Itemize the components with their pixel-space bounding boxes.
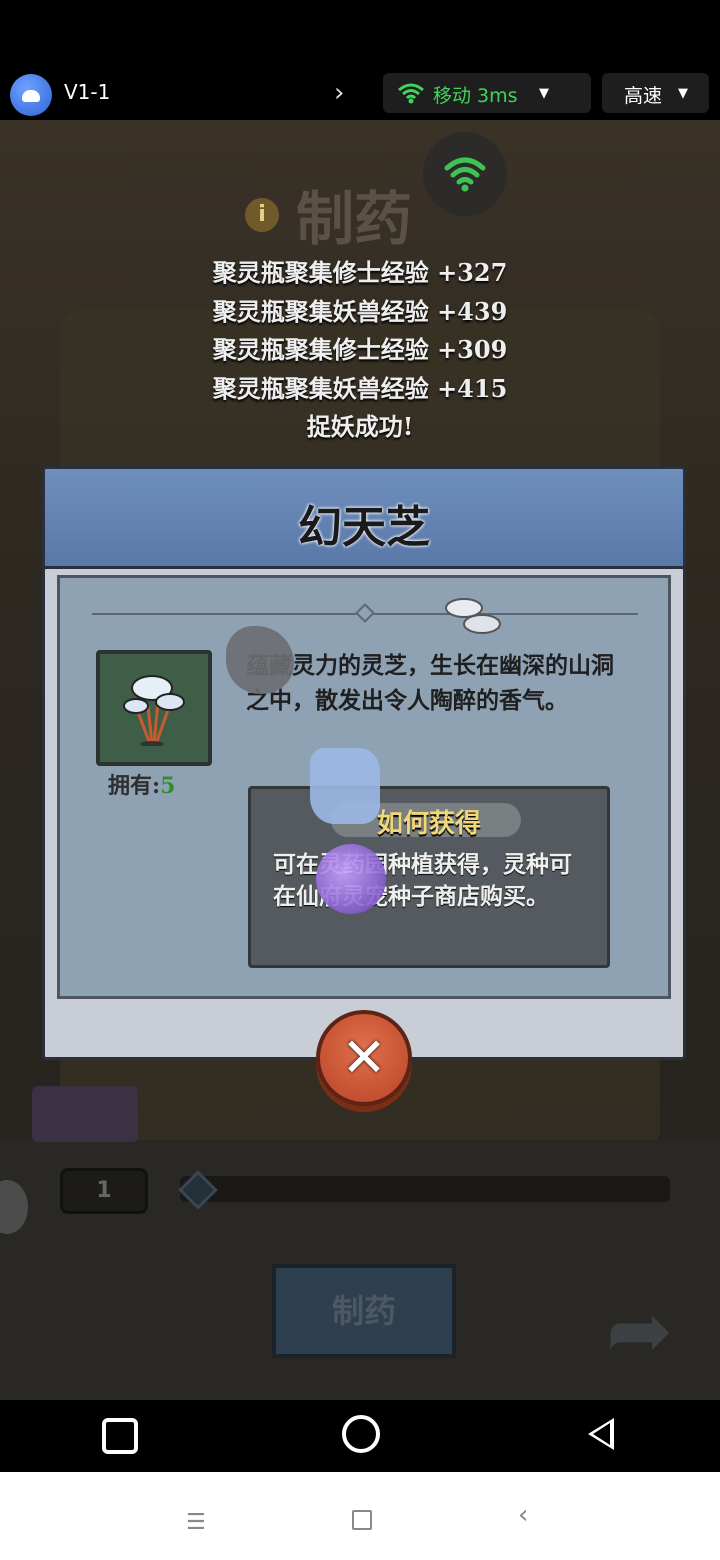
android-avatar-icon[interactable] xyxy=(10,74,52,116)
back-icon[interactable] xyxy=(588,1418,614,1450)
log-line: 聚灵瓶聚集妖兽经验 +439 xyxy=(212,296,508,326)
owned-label: 拥有: xyxy=(108,773,161,799)
back-icon[interactable]: ‹ xyxy=(518,1500,528,1530)
how-to-obtain-box: 如何获得 可在灵药园种植获得，灵种可在仙府灵宠种子商店购买。 xyxy=(248,786,610,968)
silver-ingot-icon xyxy=(445,598,501,634)
chevron-right-icon[interactable]: › xyxy=(334,78,344,108)
speed-label: 高速 xyxy=(624,85,663,107)
quantity-slider[interactable] xyxy=(180,1176,670,1202)
home-icon[interactable] xyxy=(352,1510,372,1530)
item-icon-frame xyxy=(96,650,212,766)
home-icon[interactable] xyxy=(342,1415,380,1453)
wifi-icon xyxy=(398,83,424,104)
log-line: 聚灵瓶聚集修士经验 +309 xyxy=(212,335,508,364)
reward-log: 聚灵瓶聚集修士经验 +327 聚灵瓶聚集妖兽经验 +439 聚灵瓶聚集修士经验 … xyxy=(0,254,720,447)
caret-down-icon: ▼ xyxy=(678,86,688,101)
dialog-header: 幻天芝 xyxy=(42,466,686,576)
divider-ornament xyxy=(355,603,375,623)
menu-icon[interactable]: ☰ xyxy=(186,1510,206,1535)
quantity-field[interactable]: 1 xyxy=(60,1168,148,1214)
speed-selector[interactable]: 高速 ▼ xyxy=(602,73,709,113)
wifi-signal-icon xyxy=(423,132,507,216)
log-line: 聚灵瓶聚集修士经验 +327 xyxy=(212,258,508,287)
recent-apps-icon[interactable] xyxy=(102,1418,138,1454)
material-slot-icon[interactable] xyxy=(32,1086,138,1142)
spirit-orb-icon xyxy=(316,844,386,914)
caret-down-icon: ▼ xyxy=(539,86,549,101)
mushroom-icon xyxy=(123,675,185,746)
log-line: 聚灵瓶聚集妖兽经验 +415 xyxy=(212,373,508,403)
item-title: 幻天芝 xyxy=(298,502,430,553)
log-line: 捉妖成功! xyxy=(306,412,414,441)
share-arrow-icon[interactable]: ➦ xyxy=(606,1284,673,1377)
close-icon: ✕ xyxy=(341,1026,387,1089)
owned-value: 5 xyxy=(160,773,176,799)
how-to-obtain-label: 如何获得 xyxy=(376,809,481,839)
make-medicine-button[interactable]: 制药 xyxy=(272,1264,456,1358)
session-name: V1-1 xyxy=(64,80,111,104)
host-nav-bar: ☰ ‹ xyxy=(0,1472,720,1560)
screen-title: 制药 xyxy=(296,185,413,253)
owned-count: 拥有:5 xyxy=(108,768,175,800)
crystal-icon xyxy=(310,748,380,824)
close-button[interactable]: ✕ xyxy=(316,1010,412,1106)
network-label: 移动 3ms xyxy=(433,85,518,107)
system-nav-bar xyxy=(0,1400,720,1472)
info-icon[interactable]: i xyxy=(245,198,279,232)
stream-toolbar: V1-1 › 移动 3ms ▼ 高速 ▼ xyxy=(0,70,720,120)
item-description: 蕴藏灵力的灵芝，生长在幽深的山洞之中，散发出令人陶醉的香气。 xyxy=(246,652,614,714)
network-selector[interactable]: 移动 3ms ▼ xyxy=(383,73,591,113)
